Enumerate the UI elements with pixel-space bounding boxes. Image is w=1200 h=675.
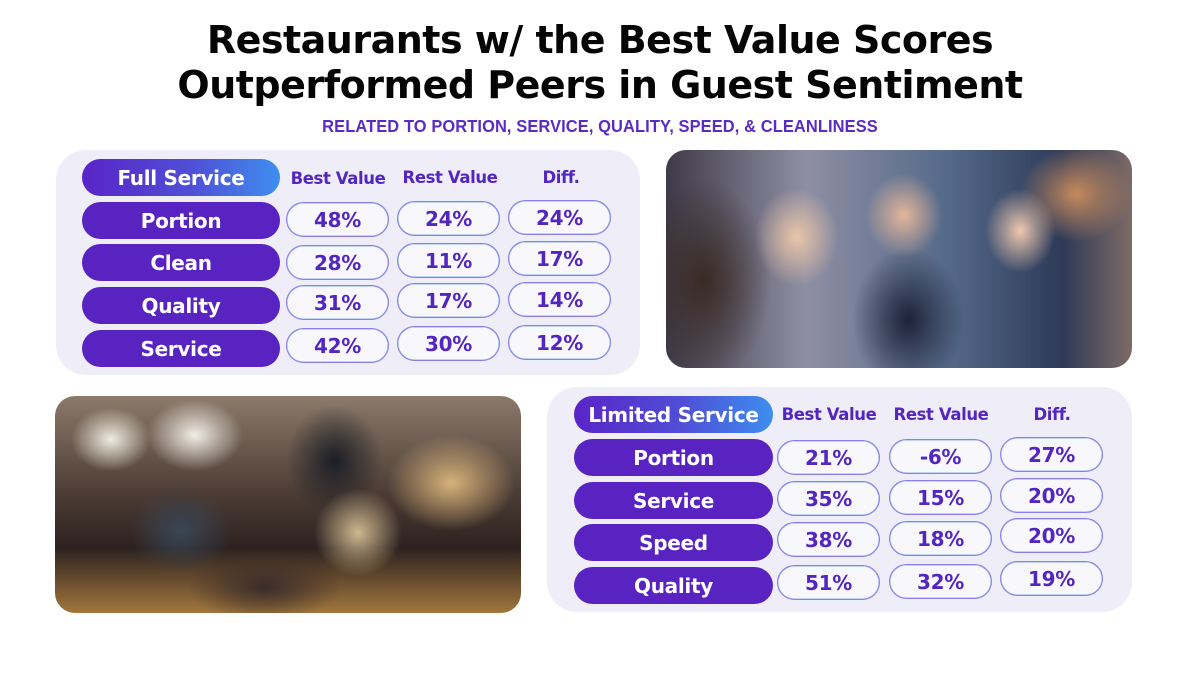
row-label: Speed bbox=[574, 524, 773, 561]
row-label: Service bbox=[574, 482, 773, 519]
column-header-rest-value: Rest Value bbox=[402, 168, 498, 187]
rest-value-cell: 30% bbox=[397, 326, 500, 361]
row-label: Portion bbox=[574, 439, 773, 476]
best-value-cell: 28% bbox=[286, 245, 389, 280]
row-label: Portion bbox=[82, 202, 280, 239]
column-header-diff: Diff. bbox=[1033, 405, 1071, 424]
photo-caption: Friends laughing together at a restauran… bbox=[666, 150, 667, 151]
rest-value-cell: 17% bbox=[397, 283, 500, 318]
best-value-cell: 38% bbox=[777, 522, 880, 557]
best-value-cell: 42% bbox=[286, 328, 389, 363]
best-value-cell: 51% bbox=[777, 565, 880, 600]
best-value-cell: 35% bbox=[777, 481, 880, 516]
page-title: Restaurants w/ the Best Value Scores Out… bbox=[0, 18, 1200, 108]
diff-cell: 17% bbox=[508, 241, 611, 276]
rest-value-cell: 24% bbox=[397, 201, 500, 236]
full-service-table: Full Service Best Value Rest Value Diff.… bbox=[56, 150, 640, 375]
diff-cell: 12% bbox=[508, 325, 611, 360]
diff-cell: 20% bbox=[1000, 518, 1103, 553]
diff-cell: 20% bbox=[1000, 478, 1103, 513]
photo-caption: Server handing menus to guests at a roun… bbox=[55, 396, 56, 397]
best-value-cell: 31% bbox=[286, 285, 389, 320]
best-value-cell: 21% bbox=[777, 440, 880, 475]
restaurant-dining-photo: Server handing menus to guests at a roun… bbox=[55, 396, 521, 613]
best-value-cell: 48% bbox=[286, 202, 389, 237]
rest-value-cell: -6% bbox=[889, 439, 992, 474]
column-header-best-value: Best Value bbox=[781, 405, 877, 424]
diff-cell: 19% bbox=[1000, 561, 1103, 596]
page-subtitle: RELATED TO PORTION, SERVICE, QUALITY, SP… bbox=[322, 116, 878, 136]
diff-cell: 14% bbox=[508, 282, 611, 317]
row-label: Service bbox=[82, 330, 280, 367]
row-label: Quality bbox=[574, 567, 773, 604]
diff-cell: 27% bbox=[1000, 437, 1103, 472]
column-header-diff: Diff. bbox=[542, 168, 580, 187]
column-header-rest-value: Rest Value bbox=[893, 405, 989, 424]
rest-value-cell: 32% bbox=[889, 564, 992, 599]
row-label: Quality bbox=[82, 287, 280, 324]
segment-label-full-service: Full Service bbox=[82, 159, 280, 196]
column-header-best-value: Best Value bbox=[290, 169, 386, 188]
friends-laughing-photo: Friends laughing together at a restauran… bbox=[666, 150, 1132, 368]
limited-service-table: Limited Service Best Value Rest Value Di… bbox=[547, 387, 1132, 612]
rest-value-cell: 11% bbox=[397, 243, 500, 278]
segment-label-limited-service: Limited Service bbox=[574, 396, 773, 433]
row-label: Clean bbox=[82, 244, 280, 281]
diff-cell: 24% bbox=[508, 200, 611, 235]
title-line-2: Outperformed Peers in Guest Sentiment bbox=[177, 63, 1023, 107]
rest-value-cell: 15% bbox=[889, 480, 992, 515]
rest-value-cell: 18% bbox=[889, 521, 992, 556]
title-line-1: Restaurants w/ the Best Value Scores bbox=[206, 18, 994, 62]
